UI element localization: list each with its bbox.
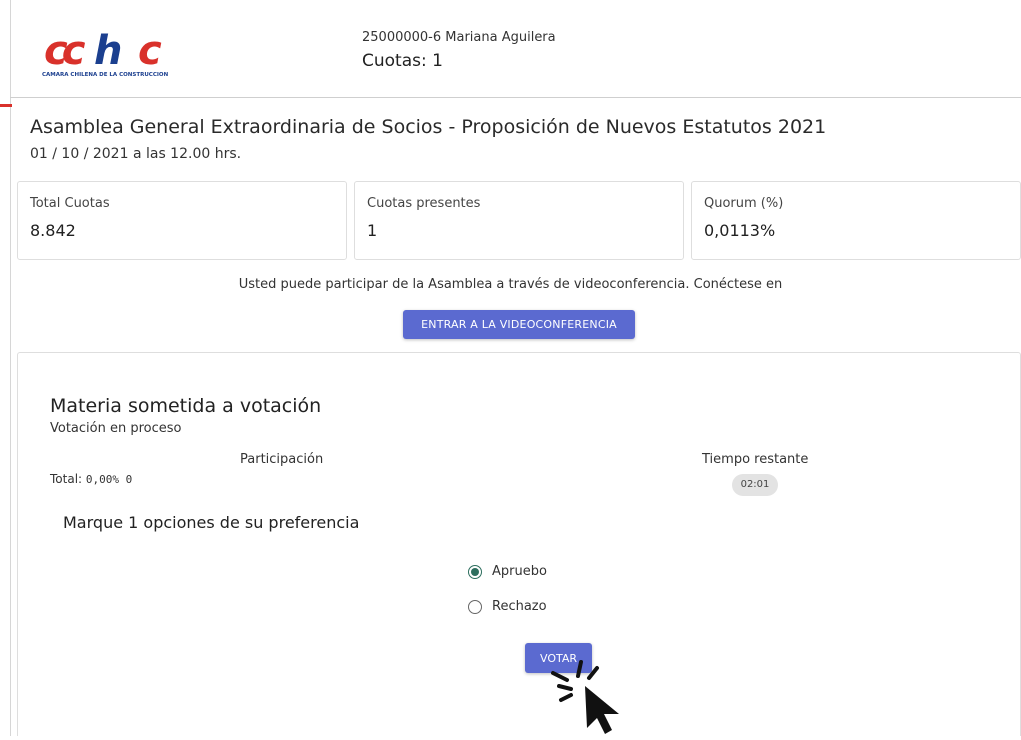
videoconference-text: Usted puede participar de la Asamblea a … [238, 277, 783, 292]
click-burst-line [557, 684, 573, 691]
click-burst-line [559, 693, 573, 702]
event-title: Asamblea General Extraordinaria de Socio… [30, 116, 827, 138]
stat-value: 8.842 [30, 221, 76, 240]
svg-text:CAMARA CHILENA DE LA CONSTRUCC: CAMARA CHILENA DE LA CONSTRUCCION [42, 72, 169, 78]
edge-accent [0, 104, 12, 107]
stat-cuotas-presentes: Cuotas presentes 1 [354, 181, 684, 260]
radio-checked-icon[interactable] [468, 564, 482, 579]
vote-status: Votación en proceso [50, 421, 182, 436]
participation-total-value: 0,00% 0 [85, 473, 133, 486]
user-info: 25000000-6 Mariana Aguilera Cuotas: 1 [362, 30, 556, 71]
user-id-name: 25000000-6 Mariana Aguilera [362, 30, 556, 45]
click-cursor-icon [545, 648, 635, 736]
user-cuotas: Cuotas: 1 [362, 51, 443, 71]
option-rechazo[interactable]: Rechazo [468, 599, 547, 614]
stat-label: Total Cuotas [30, 196, 110, 211]
click-burst-line [576, 660, 583, 678]
vote-title: Materia sometida a votación [50, 395, 322, 417]
participation-total-prefix: Total: [50, 472, 83, 486]
svg-text:cc: cc [44, 30, 86, 74]
stat-total-cuotas: Total Cuotas 8.842 [17, 181, 347, 260]
option-label: Apruebo [492, 564, 547, 579]
participation-label: Participación [240, 452, 324, 467]
click-burst-line [551, 671, 569, 682]
click-burst-line [587, 666, 599, 680]
header: cc h c CAMARA CHILENA DE LA CONSTRUCCION… [10, 0, 1021, 98]
radio-unchecked-icon[interactable] [468, 599, 482, 614]
vote-instruction: Marque 1 opciones de su preferencia [63, 513, 360, 532]
participation-total: Total: 0,00% 0 [50, 472, 132, 486]
time-remaining-label: Tiempo restante [702, 452, 809, 467]
stat-quorum: Quorum (%) 0,0113% [691, 181, 1021, 260]
stat-value: 1 [367, 221, 378, 240]
pointer-arrow [585, 686, 619, 734]
svg-text:h: h [94, 30, 121, 74]
svg-text:c: c [138, 30, 162, 74]
cchc-logo-mark: cc h c CAMARA CHILENA DE LA CONSTRUCCION [42, 30, 169, 78]
stat-label: Cuotas presentes [367, 196, 481, 211]
time-remaining-chip: 02:01 [732, 474, 778, 496]
option-label: Rechazo [492, 599, 547, 614]
stat-label: Quorum (%) [704, 196, 784, 211]
option-apruebo[interactable]: Apruebo [468, 564, 547, 579]
enter-videoconference-button[interactable]: ENTRAR A LA VIDEOCONFERENCIA [403, 310, 635, 339]
vote-panel: Materia sometida a votación Votación en … [17, 352, 1021, 736]
radio-dot [471, 567, 479, 576]
stat-value: 0,0113% [704, 221, 776, 240]
cchc-logo: cc h c CAMARA CHILENA DE LA CONSTRUCCION [42, 30, 192, 78]
event-date: 01 / 10 / 2021 a las 12.00 hrs. [30, 146, 242, 162]
